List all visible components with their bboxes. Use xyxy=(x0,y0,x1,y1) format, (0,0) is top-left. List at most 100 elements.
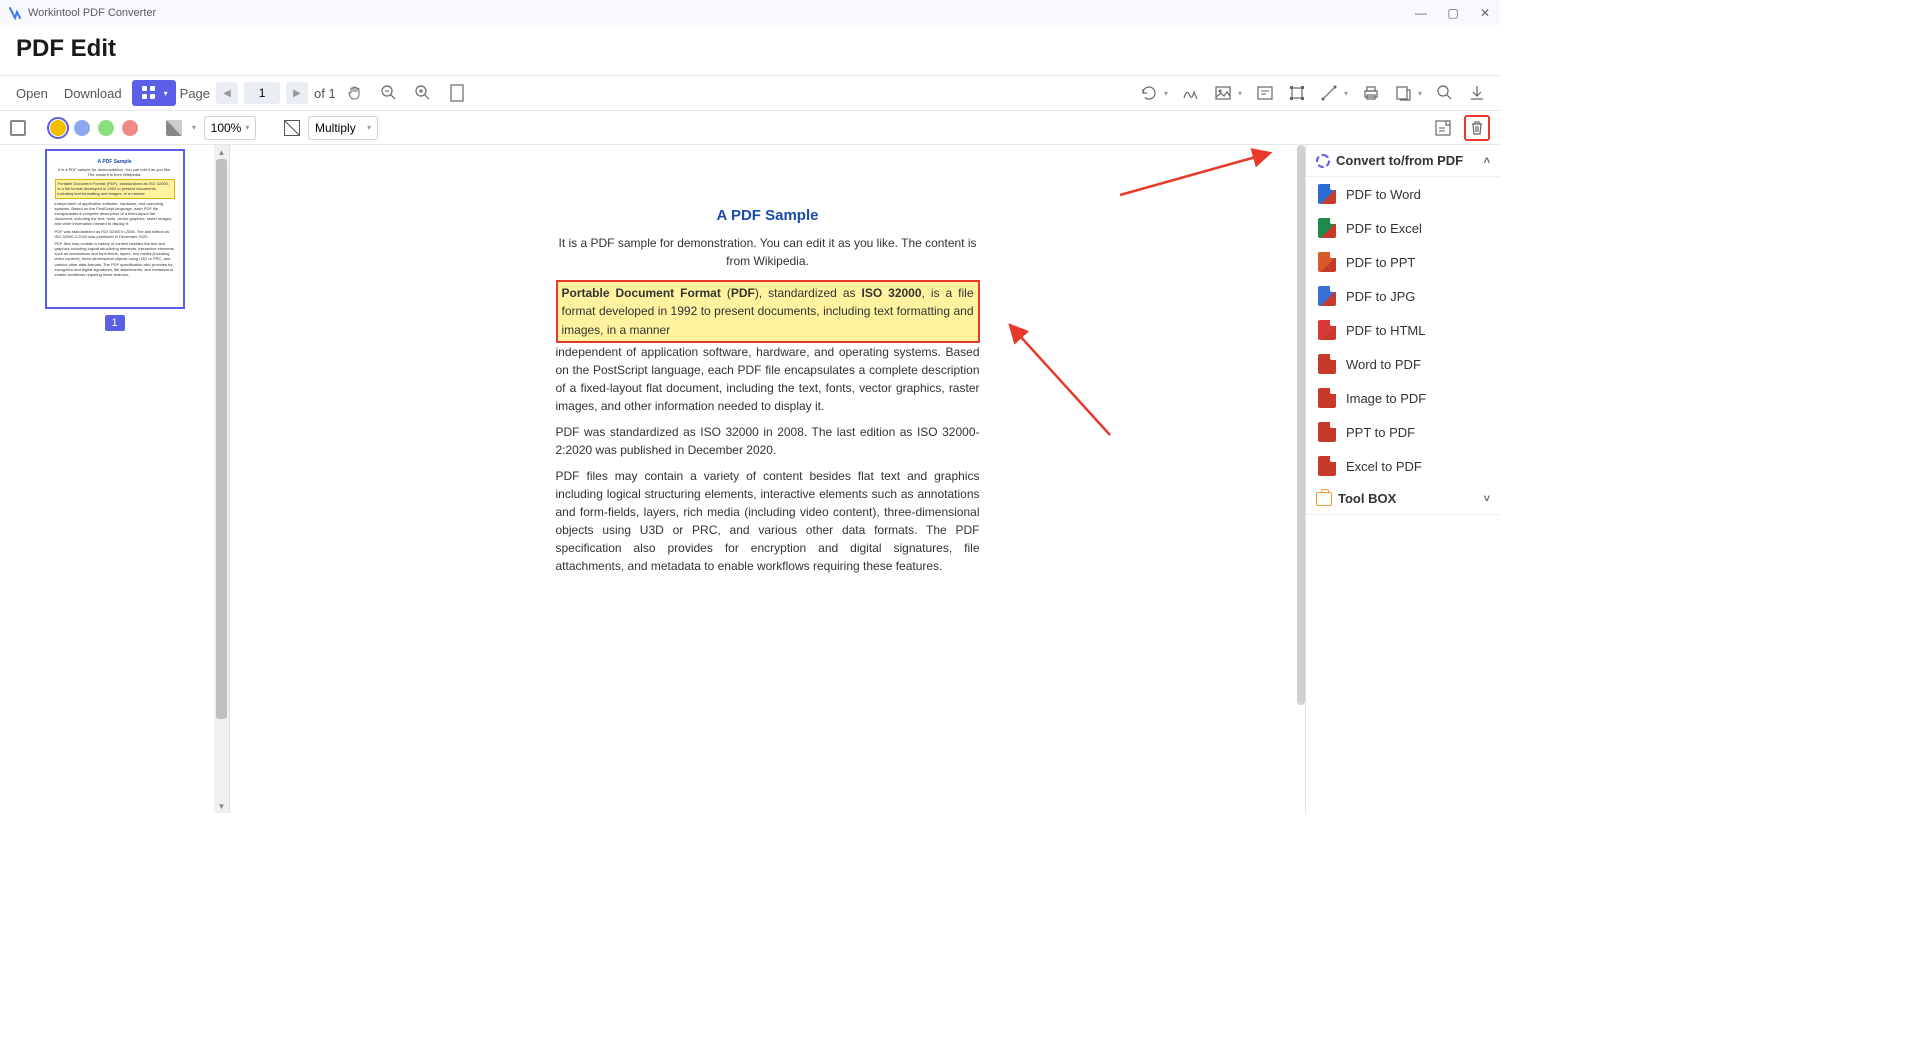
canvas-scrollbar[interactable] xyxy=(1297,145,1305,705)
page-total-label: of 1 xyxy=(314,86,336,101)
thumbnail-number: 1 xyxy=(105,315,125,331)
convert-item-ppt-to-pdf[interactable]: PPT to PDF xyxy=(1306,415,1500,449)
convert-item-label: Image to PDF xyxy=(1346,391,1426,406)
pan-tool-button[interactable] xyxy=(340,80,370,106)
convert-icon xyxy=(1316,154,1330,168)
doc-subtitle: It is a PDF sample for demonstration. Yo… xyxy=(556,234,980,270)
fit-page-button[interactable] xyxy=(442,80,472,106)
convert-item-pdf-to-excel[interactable]: PDF to Excel xyxy=(1306,211,1500,245)
convert-item-pdf-to-jpg[interactable]: PDF to JPG xyxy=(1306,279,1500,313)
print-button[interactable] xyxy=(1358,80,1384,106)
file-type-icon xyxy=(1318,320,1336,340)
maximize-button[interactable]: ▢ xyxy=(1446,6,1460,20)
chevron-down-icon: ▾ xyxy=(1238,89,1242,98)
chevron-down-icon: ▾ xyxy=(1418,89,1422,98)
open-button[interactable]: Open xyxy=(10,82,54,105)
search-icon xyxy=(1436,84,1454,102)
blend-mode-select[interactable]: Multiply▾ xyxy=(308,116,378,140)
page-heading: PDF Edit xyxy=(0,25,1500,75)
doc-paragraph-3: PDF files may contain a variety of conte… xyxy=(556,467,980,575)
download-icon xyxy=(1468,84,1486,102)
text-box-button[interactable] xyxy=(1252,80,1278,106)
convert-item-label: PDF to PPT xyxy=(1346,255,1415,270)
convert-item-pdf-to-html[interactable]: PDF to HTML xyxy=(1306,313,1500,347)
convert-item-word-to-pdf[interactable]: Word to PDF xyxy=(1306,347,1500,381)
toolbox-icon xyxy=(1316,492,1332,506)
close-button[interactable]: ✕ xyxy=(1478,6,1492,20)
app-title: Workintool PDF Converter xyxy=(28,7,156,19)
line-tool-button[interactable]: ▾ xyxy=(1316,80,1352,106)
color-swatch-blue[interactable] xyxy=(74,120,90,136)
zoom-in-button[interactable] xyxy=(408,80,438,106)
page-label: Page xyxy=(180,86,210,101)
pdf-page[interactable]: A PDF Sample It is a PDF sample for demo… xyxy=(468,145,1068,783)
thumbnail-panel: A PDF Sample It is a PDF sample for demo… xyxy=(0,145,230,813)
export-icon xyxy=(1394,84,1412,102)
doc-paragraph-2: PDF was standardized as ISO 32000 in 200… xyxy=(556,423,980,459)
chevron-down-icon: ▾ xyxy=(164,89,168,98)
page-next-button[interactable]: ▶ xyxy=(286,82,308,104)
title-bar: Workintool PDF Converter — ▢ ✕ xyxy=(0,0,1500,25)
thumbnails-toggle-button[interactable]: ▾ xyxy=(132,80,176,106)
text-box-icon xyxy=(1256,84,1274,102)
signature-icon xyxy=(1182,84,1200,102)
main-area: A PDF Sample It is a PDF sample for demo… xyxy=(0,145,1500,813)
zoom-out-button[interactable] xyxy=(374,80,404,106)
sub-toolbar: ▾ 100%▾ Multiply▾ xyxy=(0,111,1500,145)
file-type-icon xyxy=(1318,286,1336,306)
file-type-icon xyxy=(1318,218,1336,238)
convert-item-pdf-to-ppt[interactable]: PDF to PPT xyxy=(1306,245,1500,279)
image-icon xyxy=(1214,84,1232,102)
chevron-down-icon: ˅ xyxy=(1484,493,1490,505)
page-prev-button[interactable]: ◀ xyxy=(216,82,238,104)
convert-item-label: PPT to PDF xyxy=(1346,425,1415,440)
fit-page-icon xyxy=(448,84,466,102)
color-swatch-yellow[interactable] xyxy=(50,120,66,136)
chevron-down-icon: ▾ xyxy=(1164,89,1168,98)
page-number-input[interactable] xyxy=(244,82,280,104)
image-button[interactable]: ▾ xyxy=(1210,80,1246,106)
rotate-button[interactable]: ▾ xyxy=(1136,80,1172,106)
zoom-select[interactable]: 100%▾ xyxy=(204,116,256,140)
page-navigation: Page ◀ ▶ of 1 xyxy=(180,82,336,104)
shape-select-button[interactable] xyxy=(10,120,26,136)
signature-button[interactable] xyxy=(1178,80,1204,106)
color-swatch-red[interactable] xyxy=(122,120,138,136)
convert-panel: Convert to/from PDF ˄ PDF to Word PDF to … xyxy=(1305,145,1500,813)
export-button[interactable]: ▾ xyxy=(1390,80,1426,106)
chevron-up-icon: ˄ xyxy=(1484,155,1490,167)
grid-icon xyxy=(140,84,158,102)
note-button[interactable] xyxy=(1430,115,1456,141)
document-canvas[interactable]: A PDF Sample It is a PDF sample for demo… xyxy=(230,145,1305,813)
crop-button[interactable] xyxy=(1284,80,1310,106)
convert-item-label: Excel to PDF xyxy=(1346,459,1422,474)
blend-icon[interactable] xyxy=(284,120,300,136)
toolbox-header[interactable]: Tool BOX ˅ xyxy=(1306,483,1500,515)
rotate-icon xyxy=(1140,84,1158,102)
chevron-down-icon: ▾ xyxy=(192,123,196,132)
color-swatch-green[interactable] xyxy=(98,120,114,136)
zoom-out-icon xyxy=(380,84,398,102)
main-toolbar: Open Download ▾ Page ◀ ▶ of 1 ▾ ▾ ▾ ▾ xyxy=(0,75,1500,111)
download-button[interactable]: Download xyxy=(58,82,128,105)
doc-paragraph-1: independent of application software, har… xyxy=(556,343,980,415)
crop-icon xyxy=(1288,84,1306,102)
delete-button[interactable] xyxy=(1464,115,1490,141)
highlighted-selection[interactable]: Portable Document Format (PDF), standard… xyxy=(556,280,980,344)
convert-item-image-to-pdf[interactable]: Image to PDF xyxy=(1306,381,1500,415)
convert-panel-header[interactable]: Convert to/from PDF ˄ xyxy=(1306,145,1500,177)
minimize-button[interactable]: — xyxy=(1414,6,1428,20)
print-icon xyxy=(1362,84,1380,102)
opacity-icon[interactable] xyxy=(166,120,182,136)
file-type-icon xyxy=(1318,456,1336,476)
convert-item-pdf-to-word[interactable]: PDF to Word xyxy=(1306,177,1500,211)
download-icon-button[interactable] xyxy=(1464,80,1490,106)
thumbnail-scrollbar[interactable]: ▲ ▼ xyxy=(214,145,229,813)
convert-item-excel-to-pdf[interactable]: Excel to PDF xyxy=(1306,449,1500,483)
page-thumbnail[interactable]: A PDF Sample It is a PDF sample for demo… xyxy=(45,149,185,331)
file-type-icon xyxy=(1318,422,1336,442)
chevron-down-icon: ▾ xyxy=(1344,89,1348,98)
search-button[interactable] xyxy=(1432,80,1458,106)
file-type-icon xyxy=(1318,184,1336,204)
convert-item-label: PDF to Word xyxy=(1346,187,1421,202)
